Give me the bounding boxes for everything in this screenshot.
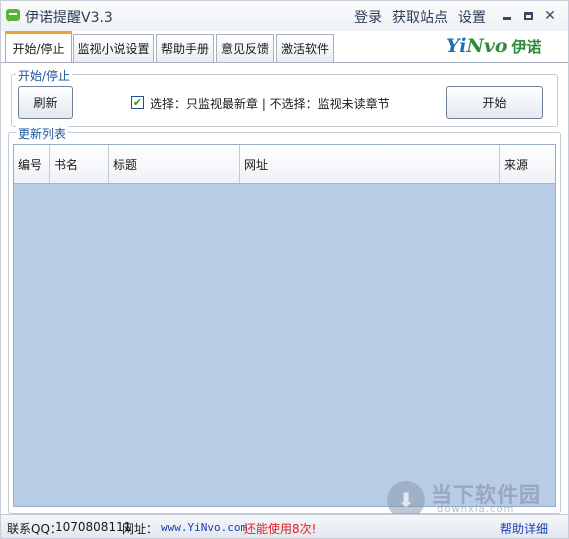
tab-monitor-settings[interactable]: 监视小说设置 [73,34,154,62]
close-icon: ✕ [544,8,556,24]
column-header-title[interactable]: 标题 [109,145,240,183]
status-bar: 联系QQ： 1070808111 网址： www.YiNvo.com 还能使用8… [1,514,568,538]
contact-label: 联系QQ： [7,522,62,536]
column-header-url[interactable]: 网址 [240,145,500,183]
chat-bubble-icon [6,9,20,22]
update-list-title: 更新列表 [16,125,69,142]
minimize-button[interactable] [500,9,514,23]
tab-feedback[interactable]: 意见反馈 [216,34,274,62]
update-list-table[interactable]: 编号 书名 标题 网址 来源 [13,144,556,507]
latest-chapter-label: 选择：只监视最新章 | 不选择：监视未读章节 [150,97,390,111]
brand-logo: YiNvo 伊诺 [446,35,542,59]
refresh-button[interactable]: 刷新 [18,86,73,119]
login-link[interactable]: 登录 [354,7,382,27]
maximize-button[interactable] [521,9,535,23]
brand-logo-cn: 伊诺 [511,38,542,56]
help-details-link[interactable]: 帮助详细 [500,520,548,537]
window-title: 伊诺提醒V3.3 [25,10,113,26]
latest-chapter-checkbox[interactable]: ✔ [131,96,144,109]
contact-qq: 1070808111 [55,520,132,534]
column-header-source[interactable]: 来源 [500,145,555,183]
tab-activate[interactable]: 激活软件 [276,34,334,62]
settings-link[interactable]: 设置 [458,7,486,27]
title-bar: 伊诺提醒V3.3 登录 获取站点 设置 ✕ [1,1,568,31]
app-window: 伊诺提醒V3.3 登录 获取站点 设置 ✕ 开始/停止 监视小说设置 帮助手册 … [0,0,569,539]
close-button[interactable]: ✕ [543,9,557,23]
brand-logo-en: YiNvo [446,35,508,57]
tab-help-manual[interactable]: 帮助手册 [156,34,214,62]
tab-start-stop[interactable]: 开始/停止 [5,31,72,63]
remaining-uses-text: 还能使用8次! [244,522,317,536]
maximize-icon [523,12,533,20]
start-button[interactable]: 开始 [446,86,543,119]
tab-divider [1,62,568,63]
fetch-sites-link[interactable]: 获取站点 [392,7,448,27]
column-header-number[interactable]: 编号 [14,145,50,183]
table-header: 编号 书名 标题 网址 来源 [14,145,555,184]
site-url-link[interactable]: www.YiNvo.com [161,521,247,534]
site-label: 网址： [122,522,159,536]
control-group-title: 开始/停止 [16,67,73,84]
column-header-book[interactable]: 书名 [50,145,109,183]
minimize-icon [503,16,511,20]
